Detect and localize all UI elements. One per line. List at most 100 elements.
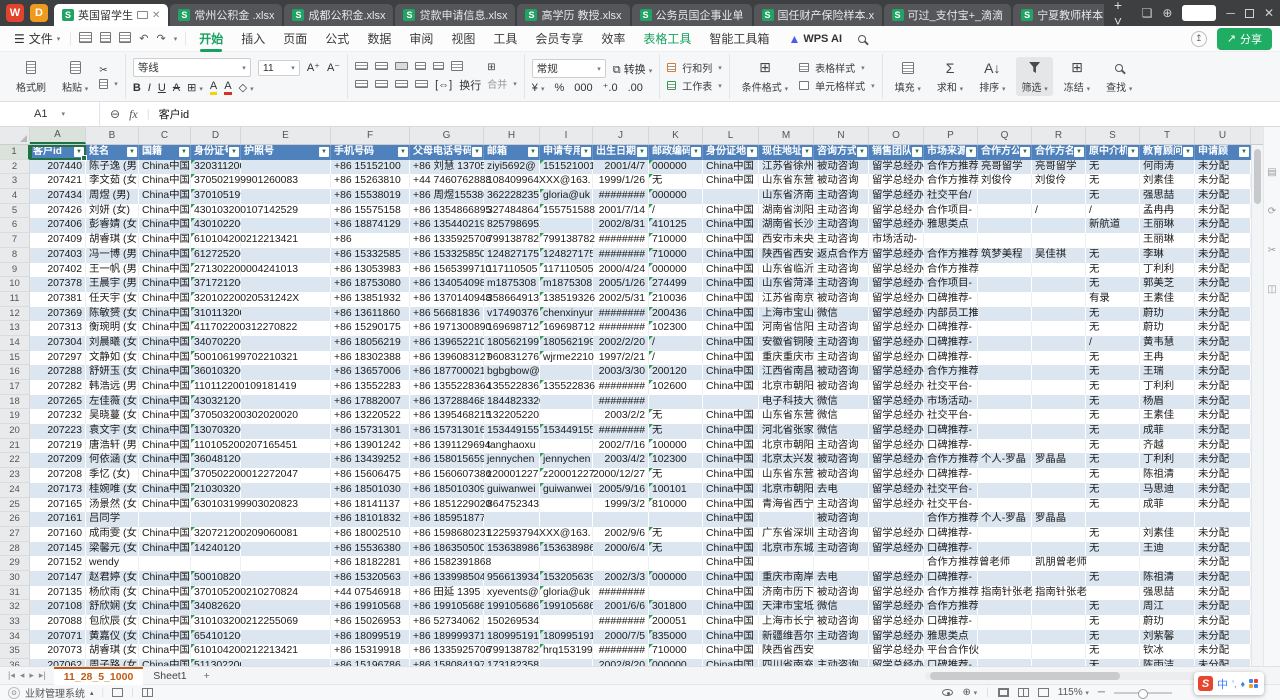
cell[interactable]: 留学总经办 bbox=[869, 248, 924, 263]
cell[interactable]: 未分配 bbox=[1195, 659, 1251, 666]
cell[interactable]: 合作方推荐 bbox=[924, 365, 978, 380]
decrease-decimal-icon[interactable]: .00 bbox=[628, 82, 643, 94]
cell[interactable]: 无 bbox=[649, 542, 703, 557]
cell[interactable]: / bbox=[649, 204, 703, 219]
cell[interactable]: China中国 bbox=[139, 395, 191, 410]
cell[interactable]: +86 1877000215 bbox=[410, 365, 484, 380]
cell[interactable]: 吴晓蔓 (女 bbox=[86, 409, 139, 424]
cell[interactable]: China中国 bbox=[139, 453, 191, 468]
file-tab[interactable]: S常州公积金 .xlsx bbox=[170, 4, 282, 26]
cell[interactable]: 青海省西宁 bbox=[759, 498, 814, 513]
cell[interactable]: 无 bbox=[1086, 439, 1140, 454]
cell[interactable] bbox=[703, 189, 759, 204]
cell[interactable]: 马思迪 bbox=[1140, 483, 1195, 498]
cell[interactable]: +86 15538019 bbox=[331, 189, 410, 204]
cell[interactable]: +86 1335925706 bbox=[410, 233, 484, 248]
status-tool1-icon[interactable] bbox=[112, 688, 123, 697]
cell[interactable] bbox=[1032, 630, 1086, 645]
column-header-J[interactable]: J bbox=[593, 127, 649, 144]
cell[interactable] bbox=[1086, 586, 1140, 601]
filter-icon[interactable]: ▼ bbox=[1020, 147, 1030, 157]
cell[interactable]: +86 18302388 bbox=[331, 351, 410, 366]
cell[interactable]: v17490376 bbox=[484, 307, 540, 322]
cell[interactable]: 广东省深圳 bbox=[759, 527, 814, 542]
cell[interactable]: +86 1339985047 bbox=[410, 571, 484, 586]
column-header-P[interactable]: P bbox=[924, 127, 978, 144]
cell[interactable] bbox=[139, 512, 191, 527]
cell[interactable]: China中国 bbox=[703, 439, 759, 454]
cell[interactable]: 上海市长宁 bbox=[759, 615, 814, 630]
cell[interactable] bbox=[978, 218, 1032, 233]
cell[interactable] bbox=[924, 233, 978, 248]
cell[interactable]: 207403 bbox=[30, 248, 86, 263]
cell[interactable]: China中国 bbox=[139, 233, 191, 248]
cell[interactable]: 无 bbox=[1086, 542, 1140, 557]
cell[interactable]: 未分配 bbox=[1195, 189, 1251, 204]
cell[interactable]: 何雨涛 bbox=[1140, 160, 1195, 175]
cell[interactable]: 未分配 bbox=[1195, 277, 1251, 292]
cell[interactable]: ziyi5692@ bbox=[484, 160, 540, 175]
cell[interactable]: China中国 bbox=[703, 351, 759, 366]
filter-icon[interactable]: ▼ bbox=[966, 147, 976, 157]
increase-decimal-icon[interactable]: ⁺.0 bbox=[603, 81, 618, 94]
cell[interactable] bbox=[241, 307, 331, 322]
column-header-C[interactable]: C bbox=[139, 127, 191, 144]
cell[interactable]: 桂婉唯 (女 bbox=[86, 483, 139, 498]
cell[interactable]: 2005/9/16 bbox=[593, 483, 649, 498]
cell[interactable]: 杨眉 bbox=[1140, 395, 1195, 410]
row-header-29[interactable]: 29 bbox=[0, 556, 30, 571]
cell[interactable]: 122593794XXX@163. bbox=[484, 527, 540, 542]
cell[interactable] bbox=[241, 556, 331, 571]
cell[interactable]: +86 13611860 bbox=[331, 307, 410, 322]
font-color-button[interactable]: A bbox=[224, 80, 231, 95]
cell[interactable]: 赵君婷 (女 bbox=[86, 571, 139, 586]
filter-icon[interactable]: ▼ bbox=[912, 147, 922, 157]
cell[interactable]: +86 13053983 bbox=[331, 263, 410, 278]
cell[interactable]: 2003/3/30 bbox=[593, 365, 649, 380]
cell[interactable]: 合作项目- bbox=[924, 204, 978, 219]
row-header-11[interactable]: 11 bbox=[0, 292, 30, 307]
cell[interactable]: 未分配 bbox=[1195, 542, 1251, 557]
cell[interactable]: 132205220 bbox=[484, 409, 540, 424]
conditional-format-button[interactable]: ⊞条件格式 ▾ bbox=[737, 57, 793, 96]
cell[interactable]: 200120 bbox=[649, 365, 703, 380]
menu-item-页面[interactable]: 页面 bbox=[274, 27, 316, 50]
cell[interactable] bbox=[241, 571, 331, 586]
cell[interactable] bbox=[241, 586, 331, 601]
cell[interactable]: 指南针张老 bbox=[978, 586, 1032, 601]
cell[interactable]: +86 18002510 bbox=[331, 527, 410, 542]
cell[interactable] bbox=[593, 512, 649, 527]
cell[interactable]: 山东省菏泽 bbox=[759, 277, 814, 292]
cell[interactable]: 济南市历下 bbox=[759, 586, 814, 601]
cell[interactable]: 207304 bbox=[30, 336, 86, 351]
add-sheet-button[interactable]: + bbox=[197, 670, 217, 682]
menu-item-效率[interactable]: 效率 bbox=[592, 27, 634, 50]
cell[interactable]: China中国 bbox=[703, 542, 759, 557]
column-header-F[interactable]: F bbox=[331, 127, 410, 144]
cell[interactable]: 北京太兴发 bbox=[759, 453, 814, 468]
cell[interactable]: 梁馨元 (女 bbox=[86, 542, 139, 557]
cell[interactable]: 李文茹 (女 bbox=[86, 174, 139, 189]
cell[interactable]: +86 1598680231 bbox=[410, 527, 484, 542]
menu-item-公式[interactable]: 公式 bbox=[316, 27, 358, 50]
cell[interactable]: 207421 bbox=[30, 174, 86, 189]
row-header-6[interactable]: 6 bbox=[0, 218, 30, 233]
cell[interactable]: 未分配 bbox=[1195, 263, 1251, 278]
copy-button[interactable]: ▾ bbox=[99, 79, 118, 89]
cell[interactable]: 654101200007050581 bbox=[191, 630, 241, 645]
italic-button[interactable]: I bbox=[148, 82, 151, 94]
cell[interactable]: 刘俊伶 bbox=[978, 174, 1032, 189]
cell[interactable]: 王冉 bbox=[1140, 351, 1195, 366]
cell[interactable] bbox=[241, 351, 331, 366]
row-header-3[interactable]: 3 bbox=[0, 174, 30, 189]
row-header-8[interactable]: 8 bbox=[0, 248, 30, 263]
cell[interactable]: 无 bbox=[1086, 263, 1140, 278]
cell[interactable]: 去电 bbox=[814, 483, 869, 498]
cell[interactable]: +86 1391129694 bbox=[410, 439, 484, 454]
cell[interactable]: 留学总经办 bbox=[869, 483, 924, 498]
cell[interactable]: ######## bbox=[593, 644, 649, 659]
cell[interactable]: 207152 bbox=[30, 556, 86, 571]
row-header-35[interactable]: 35 bbox=[0, 644, 30, 659]
row-header-26[interactable]: 26 bbox=[0, 512, 30, 527]
percent-icon[interactable]: % bbox=[554, 82, 564, 94]
